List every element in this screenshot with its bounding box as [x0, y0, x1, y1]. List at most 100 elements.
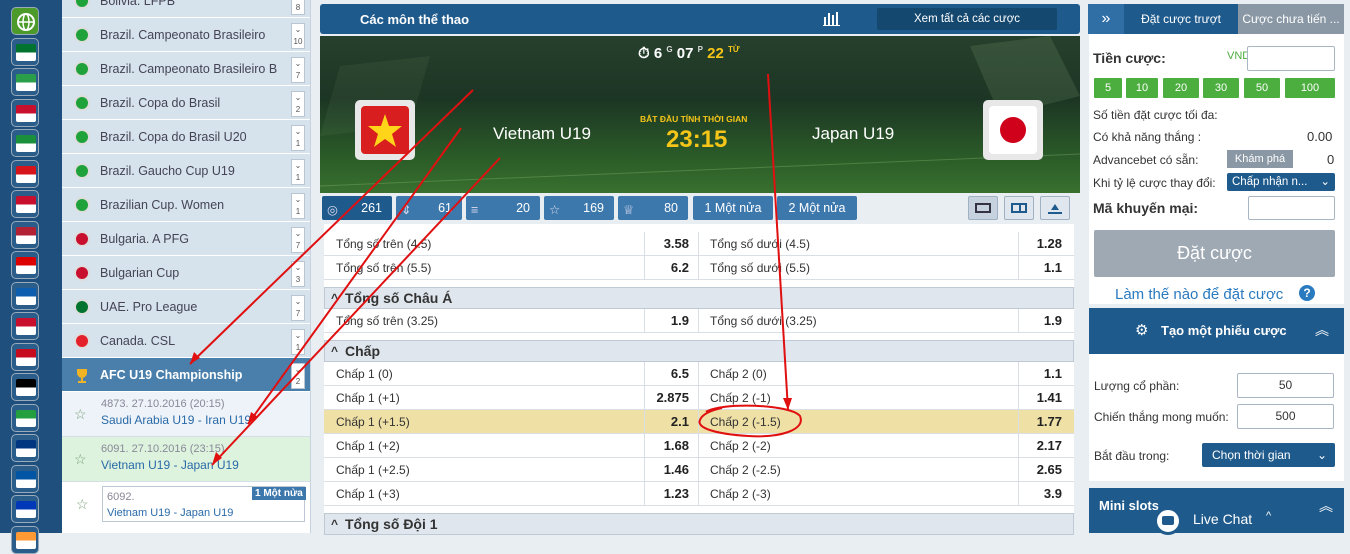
- event-item[interactable]: ☆ 6091. 27.10.2016 (23:15) Vietnam U19 - J…: [62, 437, 310, 482]
- odds-value[interactable]: 1.9: [644, 309, 689, 332]
- country-flag-icon[interactable]: [11, 98, 39, 127]
- league-item[interactable]: Brazil. Copa do Brasil ⌄ 2: [62, 86, 310, 120]
- odds-value[interactable]: 1.68: [644, 434, 689, 457]
- how-to-bet-link[interactable]: Làm thế nào để đặt cược: [1115, 286, 1283, 303]
- league-item[interactable]: Canada. CSL ⌄ 1: [62, 324, 310, 358]
- odds-change-select[interactable]: Chấp nhận n... ⌄: [1227, 173, 1335, 191]
- event-item[interactable]: ☆ 4873. 27.10.2016 (20:15) Saudi Arabia U1…: [62, 392, 310, 437]
- country-flag-icon[interactable]: [11, 464, 39, 493]
- odds-value[interactable]: 2.875: [644, 386, 689, 409]
- odds-value[interactable]: 1.9: [1018, 309, 1062, 332]
- tab-second-half[interactable]: 2 Một nửa: [777, 196, 857, 220]
- double-chevron-up-icon[interactable]: ︽: [1319, 496, 1333, 516]
- league-count-box[interactable]: ⌄ 7: [291, 295, 305, 321]
- chevron-down-icon[interactable]: ⌄: [295, 161, 302, 170]
- quick-stake-5[interactable]: 5: [1094, 78, 1122, 98]
- odds-value[interactable]: 2.1: [644, 410, 689, 433]
- tab-bet-slip[interactable]: Đặt cược trượt: [1124, 4, 1238, 34]
- league-count-box[interactable]: ⌄ 7: [291, 57, 305, 83]
- odds-value[interactable]: 1.28: [1018, 232, 1062, 255]
- country-flag-icon[interactable]: [11, 342, 39, 371]
- quick-stake-30[interactable]: 30: [1203, 78, 1239, 98]
- tab-unsettled-bets[interactable]: Cược chưa tiến ...: [1238, 4, 1344, 34]
- tab-list[interactable]: ≡ 20: [466, 196, 540, 220]
- chevron-down-icon[interactable]: ⌄: [295, 59, 302, 68]
- country-flag-icon[interactable]: [11, 129, 39, 157]
- tab-all[interactable]: ◎ 261: [322, 196, 392, 220]
- explore-button[interactable]: Khám phá: [1227, 150, 1293, 168]
- star-icon[interactable]: ☆: [76, 496, 89, 513]
- quick-stake-20[interactable]: 20: [1163, 78, 1199, 98]
- globe-icon[interactable]: [11, 7, 39, 35]
- shares-input[interactable]: 50: [1237, 373, 1334, 398]
- country-flag-icon[interactable]: [11, 525, 39, 554]
- chevron-down-icon[interactable]: ⌄: [295, 127, 302, 136]
- sub-event-item[interactable]: ☆ 6092. Vietnam U19 - Japan U19 1 Một nửa: [62, 482, 310, 533]
- odds-value[interactable]: 3.9: [1018, 482, 1062, 505]
- odds-value[interactable]: 1.46: [644, 458, 689, 481]
- start-time-select[interactable]: Chọn thời gian ⌄: [1202, 443, 1335, 467]
- desired-win-input[interactable]: 500: [1237, 404, 1334, 429]
- league-item[interactable]: Brazil. Copa do Brasil U20 ⌄ 1: [62, 120, 310, 154]
- promo-code-input[interactable]: [1248, 196, 1335, 220]
- chevron-down-icon[interactable]: ⌄: [295, 365, 302, 374]
- chevron-down-icon[interactable]: ⌄: [295, 25, 302, 34]
- odds-value[interactable]: 1.1: [1018, 362, 1062, 385]
- country-flag-icon[interactable]: [11, 220, 39, 249]
- odds-value[interactable]: 6.2: [644, 256, 689, 279]
- league-item[interactable]: Bulgarian Cup ⌄ 3: [62, 256, 310, 290]
- tab-trophy[interactable]: ♕ 80: [618, 196, 688, 220]
- league-count-box[interactable]: ⌄ 1: [291, 329, 305, 355]
- double-chevron-up-icon[interactable]: ︽: [1315, 320, 1329, 340]
- country-flag-icon[interactable]: [11, 68, 39, 96]
- odds-value[interactable]: 3.58: [644, 232, 689, 255]
- view-single-column-button[interactable]: [968, 196, 998, 220]
- league-count-box[interactable]: ⌄ 2: [291, 91, 305, 117]
- country-flag-icon[interactable]: [11, 312, 39, 340]
- live-chat-button[interactable]: Live Chat ^: [1154, 505, 1283, 535]
- star-icon[interactable]: ☆: [74, 406, 87, 423]
- league-count-box[interactable]: ⌄ 2: [291, 363, 305, 389]
- league-count-box[interactable]: ⌄ 1: [291, 159, 305, 185]
- odds-value[interactable]: 1.77: [1018, 410, 1062, 433]
- chevron-down-icon[interactable]: ⌄: [295, 229, 302, 238]
- odds-value[interactable]: 6.5: [644, 362, 689, 385]
- collapse-double-arrow-icon[interactable]: »: [1088, 4, 1124, 34]
- league-count-box[interactable]: ⌄ 10: [291, 23, 305, 49]
- create-slip-header[interactable]: ⚙ Tạo một phiếu cược ︽: [1089, 308, 1344, 354]
- country-flag-icon[interactable]: [11, 403, 39, 432]
- quick-stake-100[interactable]: 100: [1285, 78, 1335, 98]
- view-two-column-button[interactable]: [1004, 196, 1034, 220]
- star-icon[interactable]: ☆: [74, 451, 87, 468]
- chevron-down-icon[interactable]: ⌄: [295, 263, 302, 272]
- chevron-down-icon[interactable]: ⌄: [295, 195, 302, 204]
- league-count-box[interactable]: ⌄ 3: [291, 261, 305, 287]
- league-item[interactable]: Bolivia. LFPB ⌄8: [62, 0, 310, 18]
- see-all-bets-button[interactable]: Xem tất cả các cược: [877, 8, 1057, 30]
- country-flag-icon[interactable]: [11, 495, 39, 523]
- league-item[interactable]: Brazil. Campeonato Brasileiro ⌄ 10: [62, 18, 310, 52]
- quick-stake-50[interactable]: 50: [1244, 78, 1280, 98]
- odds-value[interactable]: 2.65: [1018, 458, 1062, 481]
- section-team1-total[interactable]: ^ Tổng số Đội 1: [324, 513, 1074, 535]
- odds-value[interactable]: 1.1: [1018, 256, 1062, 279]
- stake-input[interactable]: [1247, 46, 1335, 71]
- country-flag-icon[interactable]: [11, 37, 39, 66]
- country-flag-icon[interactable]: [11, 159, 39, 188]
- quick-stake-10[interactable]: 10: [1126, 78, 1158, 98]
- help-icon[interactable]: ?: [1299, 285, 1315, 301]
- section-handicap[interactable]: ^ Chấp: [324, 340, 1074, 362]
- section-asian-total[interactable]: ^ Tổng số Châu Á: [324, 287, 1074, 309]
- league-count-box[interactable]: ⌄ 1: [291, 193, 305, 219]
- country-flag-icon[interactable]: [11, 373, 39, 401]
- league-item[interactable]: Brazil. Gaucho Cup U19 ⌄ 1: [62, 154, 310, 188]
- tab-sort[interactable]: ⇕ 61: [396, 196, 462, 220]
- league-item[interactable]: Brazil. Campeonato Brasileiro B ⌄ 7: [62, 52, 310, 86]
- odds-value[interactable]: 1.23: [644, 482, 689, 505]
- stats-icon[interactable]: [823, 11, 841, 27]
- league-item[interactable]: UAE. Pro League ⌄ 7: [62, 290, 310, 324]
- tab-favorites[interactable]: ☆ 169: [544, 196, 614, 220]
- league-count-box[interactable]: ⌄8: [291, 0, 305, 15]
- country-flag-icon[interactable]: [11, 190, 39, 218]
- league-item[interactable]: AFC U19 Championship ⌄ 2: [62, 358, 310, 392]
